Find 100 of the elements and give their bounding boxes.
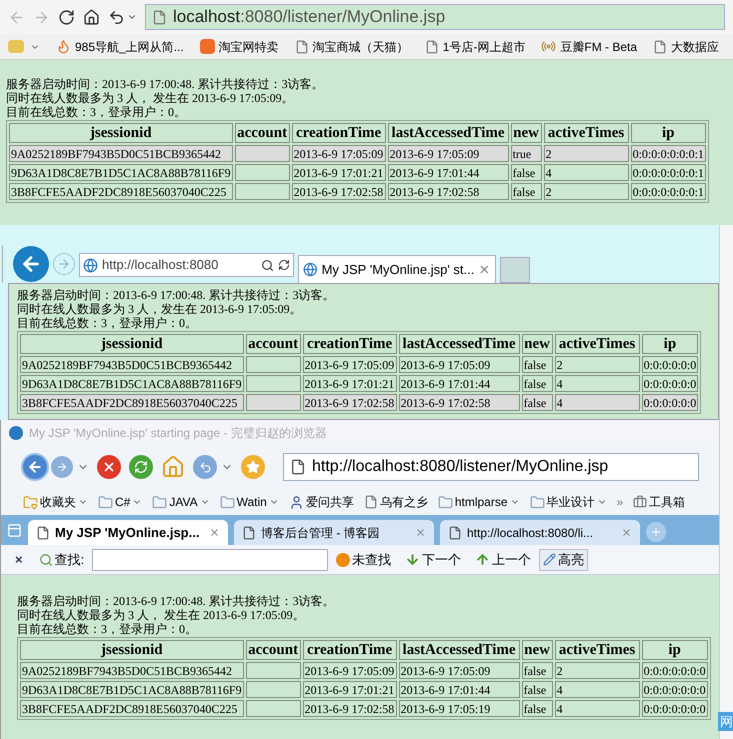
table-cell: 2013-6-9 17:05:09 — [398, 356, 520, 373]
find-status: 未查找 — [352, 550, 392, 569]
close-icon[interactable] — [209, 527, 220, 538]
column-header: creationTime — [302, 640, 397, 660]
table-cell: false — [522, 394, 553, 411]
table-cell: 2013-6-9 17:05:09 — [398, 662, 520, 679]
table-cell: 4 — [554, 375, 640, 392]
close-icon[interactable] — [415, 527, 426, 538]
address-bar[interactable]: localhost:8080/listener/MyOnline.jsp — [145, 4, 725, 30]
stop-button[interactable] — [97, 455, 121, 479]
table-cell: 2013-6-9 17:02:58 — [302, 700, 397, 717]
table-cell: 0:0:0:0:0:0:0 — [642, 662, 708, 679]
bookmark-link[interactable]: 1号店-网上超市 — [442, 38, 526, 56]
undo-icon[interactable] — [108, 8, 125, 26]
bookmark-link[interactable]: 乌有之乡 — [380, 493, 428, 511]
browser-tab[interactable]: My JSP 'MyOnline.jsp' st... — [298, 255, 496, 283]
bookmark-link[interactable]: 收藏夹 — [40, 493, 76, 511]
table-cell: 3B8FCFE5AADF2DC8918E56037040C225 — [9, 183, 233, 200]
find-field[interactable] — [92, 548, 328, 570]
status-icon — [336, 552, 350, 566]
close-find-button[interactable]: × — [15, 550, 23, 570]
column-header: account — [246, 640, 301, 660]
table-cell — [246, 700, 301, 717]
refresh-button[interactable] — [129, 455, 153, 479]
home-icon[interactable] — [83, 8, 100, 26]
folder-icon — [220, 494, 235, 510]
address-bar[interactable]: http://localhost:8080/listener/MyOnline.jsp — [283, 453, 699, 481]
table-cell — [246, 681, 301, 698]
table-cell: 2013-6-9 17:01:21 — [302, 681, 397, 698]
table-cell — [246, 375, 301, 392]
column-header: jsessionid — [9, 123, 233, 143]
browser-tab[interactable]: 博客后台管理 - 博客园 — [234, 520, 434, 545]
table-cell: false — [510, 164, 542, 181]
reload-icon[interactable] — [58, 8, 75, 26]
back-button[interactable] — [13, 246, 49, 282]
pencil-icon — [543, 553, 556, 566]
address-bar[interactable]: http://localhost:8080 — [79, 253, 294, 277]
bookmark-link[interactable]: 淘宝网特卖 — [218, 38, 279, 56]
bookmark-link[interactable]: 985导航_上网从简... — [75, 38, 184, 56]
table-cell: 2013-6-9 17:02:58 — [302, 394, 397, 411]
window-title: My JSP 'MyOnline.jsp' starting page - 完璧归赵的浏览器 — [29, 424, 327, 442]
page-icon — [294, 40, 309, 54]
bookmark-link[interactable]: 毕业设计 — [546, 493, 594, 511]
page-icon — [424, 40, 439, 54]
column-header: lastAccessedTime — [398, 334, 520, 354]
column-header: new — [522, 334, 553, 354]
browser-tab[interactable]: http://localhost:8080/li... — [440, 520, 640, 545]
bookmark-link[interactable]: C# — [115, 493, 130, 511]
table-cell: 9D63A1D8C8E7B1D5C1AC8A88B78116F9 — [20, 375, 244, 392]
bookmark-link[interactable]: 淘宝商城（天猫） — [312, 38, 409, 56]
bookmark-link[interactable]: Watin — [236, 493, 267, 511]
back-button[interactable] — [21, 453, 49, 481]
search-icon — [38, 552, 53, 566]
bookmark-link[interactable]: 爱问共享 — [306, 493, 354, 511]
table-cell: 2013-6-9 17:02:58 — [388, 183, 509, 200]
search-icon[interactable] — [261, 258, 274, 272]
toolbox-menu[interactable]: 工具箱 — [649, 493, 686, 511]
table-cell: 9A0252189BF7943B5D0C51BCB9365442 — [20, 662, 244, 679]
find-next-button[interactable]: 下一个 — [422, 550, 462, 570]
table-cell: 2013-6-9 17:01:21 — [302, 375, 397, 392]
bookmark-link[interactable]: 大数据应 — [671, 38, 720, 56]
browser-tab[interactable]: My JSP 'MyOnline.jsp... — [28, 520, 228, 545]
bookmark-link[interactable]: 豆瓣FM - Beta — [560, 38, 638, 56]
table-cell: 2013-6-9 17:01:44 — [398, 681, 520, 698]
table-cell: 0:0:0:0:0:0:0 — [642, 700, 708, 717]
table-cell: false — [522, 662, 553, 679]
address-text: http://localhost:8080/listener/MyOnline.jsp — [312, 457, 608, 477]
info-line: 目前在线总数：3，登录用户：0。 — [17, 316, 197, 330]
find-label: 查找: — [54, 550, 84, 569]
page-icon — [290, 459, 306, 475]
find-previous-button[interactable]: 上一个 — [492, 550, 532, 570]
undo-button[interactable] — [193, 455, 217, 479]
table-cell — [246, 356, 301, 373]
tab-list-icon[interactable] — [7, 523, 22, 538]
table-cell: 9D63A1D8C8E7B1D5C1AC8A88B78116F9 — [20, 681, 244, 698]
column-header: jsessionid — [20, 334, 244, 354]
table-cell: 2013-6-9 17:01:44 — [388, 164, 509, 181]
new-tab-button[interactable] — [646, 522, 666, 542]
bookmark-link[interactable]: htmlparse — [454, 493, 508, 511]
flame-icon — [56, 39, 71, 54]
column-header: new — [522, 640, 553, 660]
page-icon — [653, 40, 668, 54]
close-icon[interactable] — [621, 527, 632, 538]
table-cell: 2013-6-9 17:01:44 — [398, 375, 520, 392]
column-header: account — [234, 123, 290, 143]
info-line: 目前在线总数：3，登录用户：0。 — [6, 105, 186, 119]
info-line: 同时在线人数最多为 3 人， 发生在 2013-6-9 17:05:09。 — [17, 608, 305, 622]
table-cell: 4 — [554, 700, 640, 717]
toolbox-icon — [633, 495, 648, 509]
info-line: 目前在线总数：3，登录用户：0。 — [17, 622, 197, 636]
table-cell: 3B8FCFE5AADF2DC8918E56037040C225 — [20, 394, 244, 411]
bookmark-link[interactable]: JAVA — [169, 493, 198, 511]
page-icon — [242, 526, 256, 540]
forward-button[interactable] — [51, 456, 73, 478]
more-bookmarks-button[interactable]: » — [616, 493, 624, 511]
folder-icon — [438, 494, 453, 510]
close-icon[interactable] — [478, 263, 491, 276]
refresh-icon[interactable] — [278, 259, 290, 271]
table-cell — [246, 394, 301, 411]
highlight-button[interactable]: 高亮 — [539, 548, 588, 570]
